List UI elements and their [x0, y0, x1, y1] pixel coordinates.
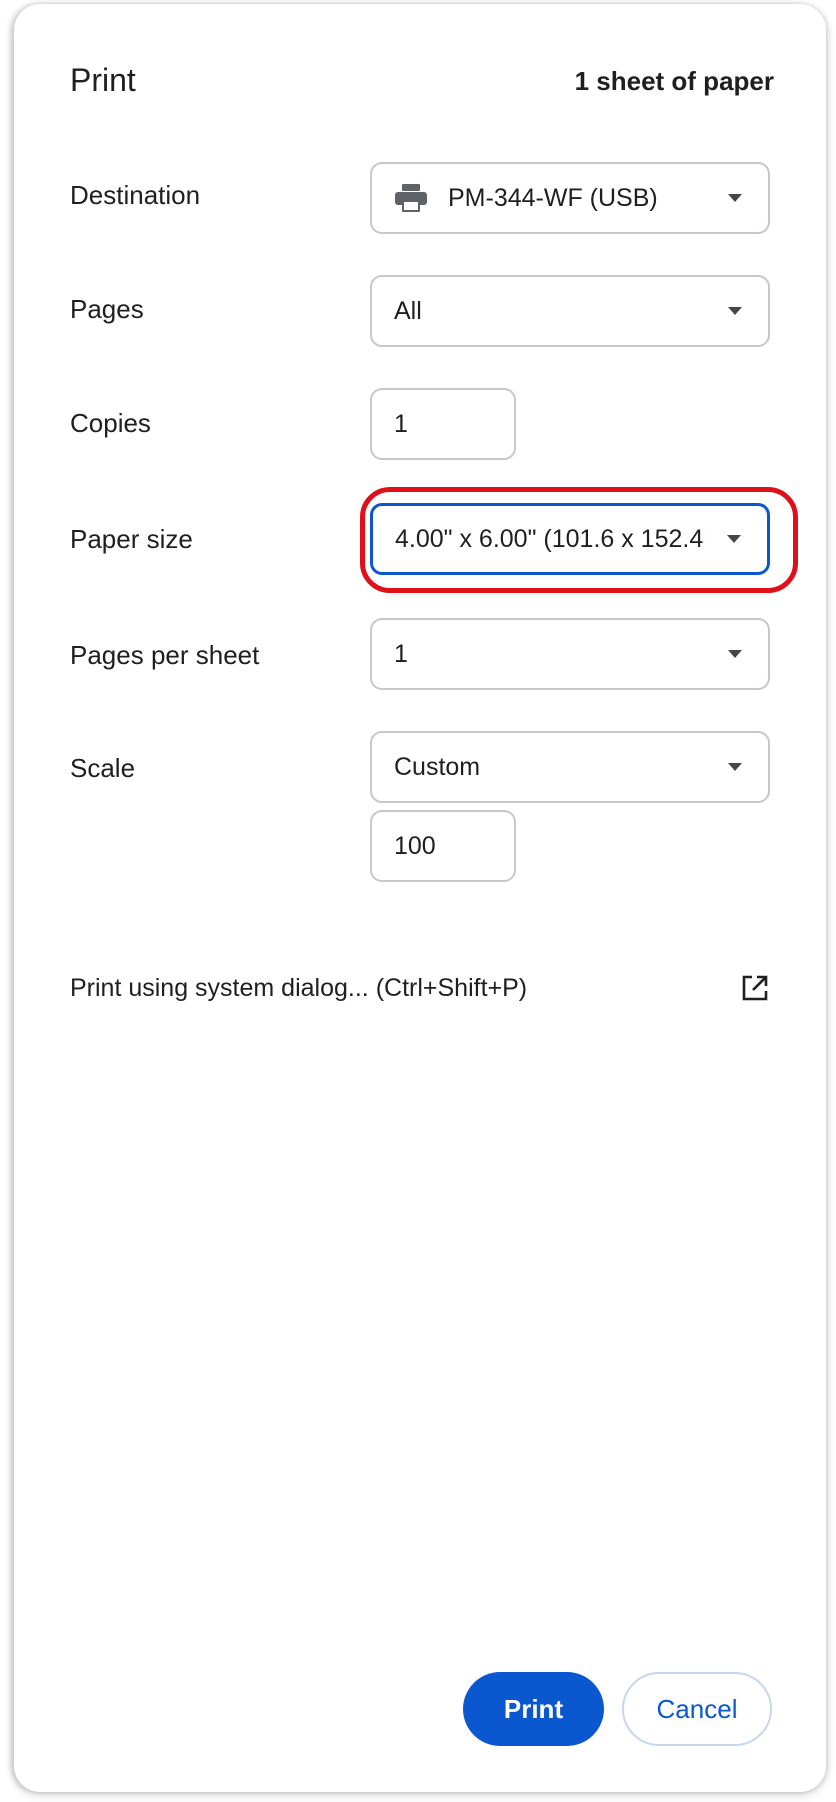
- printer-icon: [394, 183, 428, 213]
- pages-per-sheet-select[interactable]: 1: [370, 618, 770, 690]
- paper-size-select[interactable]: 4.00" x 6.00" (101.6 x 152.4mm): [370, 503, 770, 575]
- pages-label: Pages: [70, 294, 144, 324]
- scale-label: Scale: [70, 753, 136, 783]
- chevron-down-icon: [728, 763, 742, 771]
- dialog-title: Print: [70, 62, 136, 98]
- chevron-down-icon: [728, 307, 742, 315]
- destination-label: Destination: [70, 180, 201, 210]
- destination-value: PM-344-WF (USB): [448, 183, 658, 212]
- pages-per-sheet-label: Pages per sheet: [70, 640, 260, 670]
- scale-select[interactable]: Custom: [370, 731, 770, 803]
- sheet-count: 1 sheet of paper: [574, 66, 774, 96]
- chevron-down-icon: [728, 194, 742, 202]
- pages-value: All: [394, 296, 422, 325]
- copies-input[interactable]: 1: [370, 388, 516, 460]
- chevron-down-icon: [728, 650, 742, 658]
- open-in-new-icon: [740, 973, 770, 1003]
- paper-size-value: 4.00" x 6.00" (101.6 x 152.4mm): [395, 524, 705, 553]
- system-dialog-label: Print using system dialog... (Ctrl+Shift…: [70, 973, 528, 1002]
- pages-per-sheet-value: 1: [394, 639, 408, 668]
- scale-percent-input[interactable]: 100: [370, 810, 516, 882]
- print-button[interactable]: Print: [463, 1672, 604, 1746]
- pages-select[interactable]: All: [370, 275, 770, 347]
- scale-value: Custom: [394, 752, 481, 781]
- chevron-down-icon: [727, 535, 741, 543]
- print-dialog-frame: Print 1 sheet of paper Destination PM-34…: [0, 0, 836, 1802]
- system-dialog-link[interactable]: Print using system dialog... (Ctrl+Shift…: [70, 968, 770, 1008]
- paper-size-label: Paper size: [70, 524, 193, 554]
- cancel-button[interactable]: Cancel: [622, 1672, 772, 1746]
- destination-select[interactable]: PM-344-WF (USB): [370, 162, 770, 234]
- print-settings-panel: [14, 4, 826, 1792]
- copies-label: Copies: [70, 408, 151, 438]
